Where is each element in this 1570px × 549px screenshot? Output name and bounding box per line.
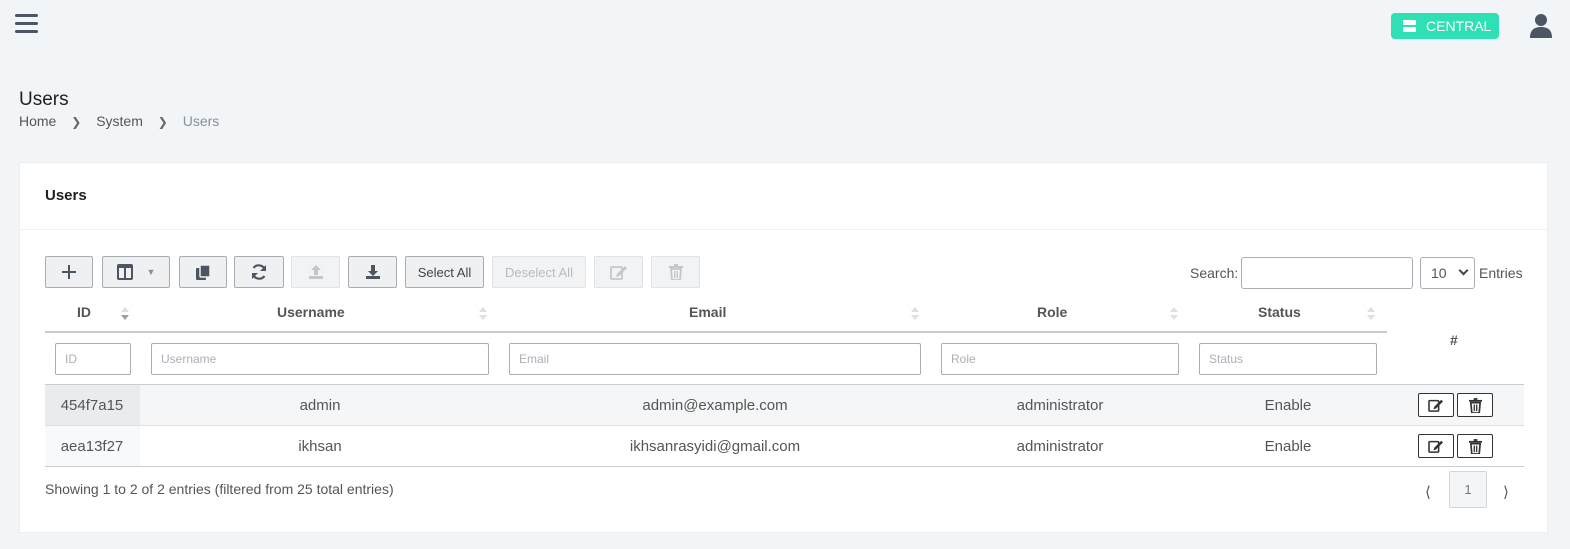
edit-icon (609, 266, 627, 280)
users-card: Users ▼ Select All Deselect All Search: … (19, 162, 1549, 533)
page-length-value: 10 (1431, 265, 1447, 281)
menu-icon[interactable] (15, 14, 38, 36)
cell-id: aea13f27 (60, 438, 124, 455)
edit-icon (1428, 399, 1443, 412)
next-page-button[interactable]: ⟩ (1503, 483, 1509, 501)
search-input[interactable] (1241, 257, 1413, 289)
column-header-role[interactable]: Role (1037, 304, 1067, 320)
trash-icon (668, 264, 683, 280)
sort-desc-icon (121, 306, 129, 322)
deselect-all-button[interactable]: Deselect All (492, 256, 586, 288)
bulk-edit-button[interactable] (594, 256, 643, 288)
cell-role: administrator (1016, 438, 1104, 455)
sort-icon (479, 306, 487, 322)
copy-button[interactable] (179, 256, 227, 288)
page-length-select[interactable]: 10 (1420, 257, 1475, 289)
download-icon (365, 265, 380, 279)
trash-icon (1468, 397, 1482, 413)
download-button[interactable] (348, 256, 397, 288)
copy-icon (196, 263, 211, 280)
chevron-right-icon: ❯ (71, 115, 82, 129)
sort-icon (1367, 306, 1375, 322)
entries-label: Entries (1479, 265, 1523, 281)
trash-icon (1468, 438, 1482, 454)
columns-icon (116, 264, 133, 280)
cell-email: admin@example.com (642, 397, 788, 414)
cell-role: administrator (1016, 397, 1104, 414)
sort-icon (911, 306, 919, 322)
status-filter-input[interactable]: Status (1199, 343, 1377, 375)
cell-status: Enable (1264, 397, 1312, 414)
page-1-button[interactable]: 1 (1449, 471, 1487, 508)
cell-id: 454f7a15 (60, 397, 124, 414)
central-badge-label: CENTRAL (1426, 18, 1492, 34)
server-icon (1403, 20, 1416, 32)
edit-row-button[interactable] (1418, 393, 1454, 417)
table-row[interactable]: 454f7a15 admin admin@example.com adminis… (45, 385, 1524, 425)
sort-icon (1170, 306, 1178, 322)
breadcrumb-system[interactable]: System (96, 113, 143, 129)
username-filter-input[interactable]: Username (151, 343, 489, 375)
add-button[interactable] (45, 256, 93, 288)
table-row[interactable]: aea13f27 ikhsan ikhsanrasyidi@gmail.com … (45, 426, 1524, 466)
column-header-status[interactable]: Status (1258, 304, 1301, 320)
breadcrumb: Home ❯ System ❯ Users (19, 113, 219, 129)
select-all-button[interactable]: Select All (405, 256, 484, 288)
delete-row-button[interactable] (1457, 393, 1493, 417)
email-filter-input[interactable]: Email (509, 343, 921, 375)
column-header-actions: # (1450, 332, 1458, 348)
caret-down-icon: ▼ (146, 267, 156, 277)
upload-button[interactable] (291, 256, 340, 288)
breadcrumb-current: Users (182, 113, 220, 129)
page-title: Users (19, 89, 69, 110)
top-bar: CENTRAL (0, 0, 1570, 52)
previous-page-button[interactable]: ⟨ (1425, 483, 1431, 501)
header-divider (45, 331, 1387, 333)
card-title: Users (45, 187, 87, 204)
plus-icon (62, 265, 76, 279)
bulk-delete-button[interactable] (651, 256, 700, 288)
upload-icon (308, 265, 323, 279)
id-filter-input[interactable]: ID (55, 343, 131, 375)
breadcrumb-home[interactable]: Home (19, 113, 56, 129)
user-icon[interactable] (1530, 13, 1552, 39)
card-divider (20, 229, 1549, 230)
column-header-username[interactable]: Username (277, 304, 345, 320)
cell-email: ikhsanrasyidi@gmail.com (629, 438, 801, 455)
chevron-right-icon: ❯ (157, 115, 168, 129)
chevron-down-icon (1458, 265, 1469, 276)
column-header-email[interactable]: Email (689, 304, 726, 320)
edit-icon (1428, 440, 1443, 453)
table-info: Showing 1 to 2 of 2 entries (filtered fr… (45, 481, 394, 497)
central-badge-button[interactable]: CENTRAL (1391, 13, 1499, 39)
delete-row-button[interactable] (1457, 434, 1493, 458)
refresh-icon (251, 264, 267, 280)
table-bottom-divider (45, 466, 1524, 467)
cell-username: ikhsan (298, 438, 342, 455)
role-filter-input[interactable]: Role (941, 343, 1179, 375)
refresh-button[interactable] (234, 256, 284, 288)
columns-toggle-button[interactable]: ▼ (102, 256, 170, 288)
edit-row-button[interactable] (1418, 434, 1454, 458)
cell-status: Enable (1264, 438, 1312, 455)
cell-username: admin (299, 397, 341, 414)
column-header-id[interactable]: ID (77, 304, 91, 320)
search-label: Search: (1190, 265, 1239, 281)
